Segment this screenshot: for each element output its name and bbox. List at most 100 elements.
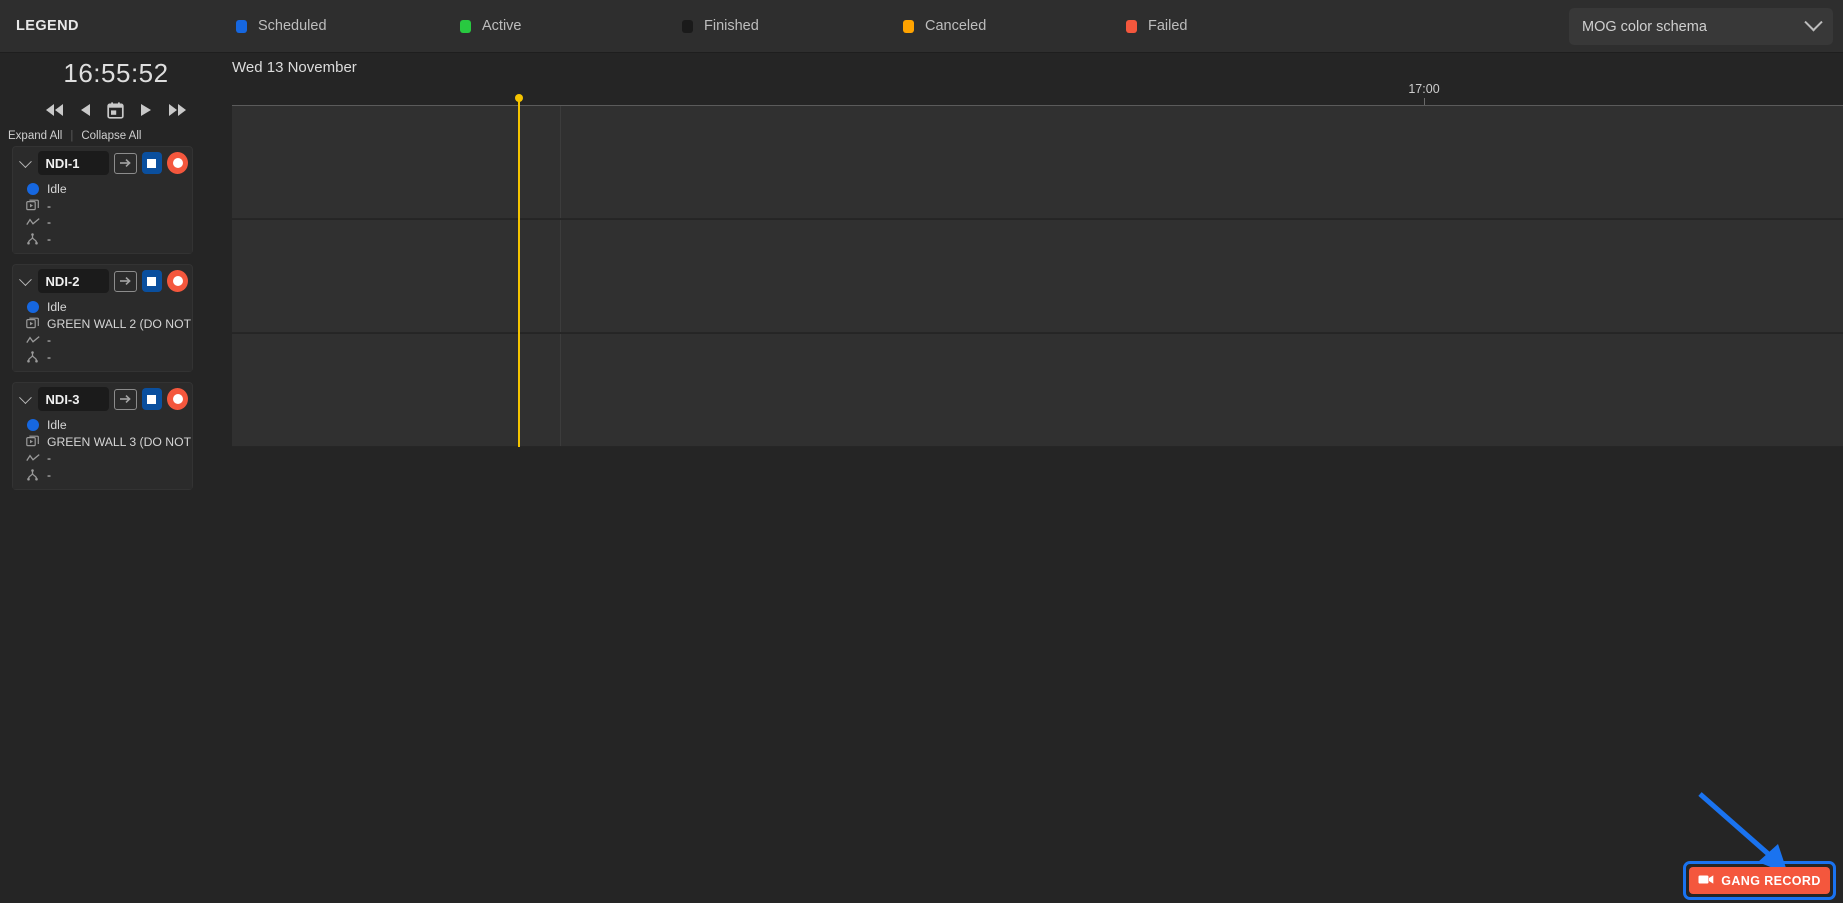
color-schema-select[interactable]: MOG color schema	[1569, 8, 1833, 45]
sitemap-icon	[25, 232, 40, 245]
record-button[interactable]	[167, 152, 188, 174]
calendar-icon[interactable]	[107, 101, 124, 119]
timeline-panel: Wed 13 November 17:00	[232, 53, 1843, 903]
login-icon[interactable]	[113, 152, 137, 174]
channel-status-row: Idle	[13, 417, 192, 434]
legend-swatch-failed	[1126, 19, 1137, 33]
legend-label-active: Active	[482, 18, 522, 34]
lane-divider	[560, 334, 561, 446]
playhead-handle[interactable]	[515, 94, 523, 102]
channel-card: NDI-2 Idle GREEN WALL 2 (DO NOT - -	[12, 264, 193, 372]
channel-connections-row: -	[13, 349, 192, 366]
record-button[interactable]	[167, 388, 188, 410]
login-icon[interactable]	[113, 388, 137, 410]
chevron-down-icon[interactable]	[19, 154, 32, 168]
status-dot-icon	[25, 301, 40, 314]
fast-forward-icon[interactable]	[168, 103, 187, 117]
timeline-tick-label: 17:00	[1408, 82, 1440, 96]
channel-name-field[interactable]: NDI-1	[37, 151, 109, 175]
color-schema-value: MOG color schema	[1582, 18, 1707, 35]
gang-record-area: GANG RECORD	[1683, 861, 1836, 900]
tree-controls: Expand All | Collapse All	[0, 122, 232, 146]
channel-header: NDI-3	[13, 383, 192, 415]
channel-card: NDI-1 Idle - - -	[12, 146, 193, 254]
collapse-all-link[interactable]: Collapse All	[81, 130, 141, 142]
login-icon[interactable]	[113, 270, 137, 292]
video-source-icon	[25, 317, 40, 330]
status-dot-icon	[25, 419, 40, 432]
timeline-lane[interactable]	[232, 334, 1843, 447]
annotation-highlight-box	[1683, 861, 1836, 900]
status-dot-icon	[25, 183, 40, 196]
channel-status-row: Idle	[13, 299, 192, 316]
stop-icon	[147, 394, 157, 404]
channel-bitrate-label: -	[47, 333, 52, 348]
stop-icon	[147, 158, 157, 168]
channel-bitrate-row: -	[13, 214, 192, 231]
record-icon	[172, 394, 183, 404]
channel-name-field[interactable]: NDI-2	[37, 269, 109, 293]
left-panel: 16:55:52 Expand All | Collapse All NDI-1…	[0, 53, 232, 903]
video-source-icon	[25, 199, 40, 212]
chevron-down-icon[interactable]	[19, 272, 32, 286]
legend-item-failed: Failed	[1126, 18, 1188, 34]
legend-swatch-active	[460, 19, 471, 33]
channel-details: Idle - - -	[13, 179, 192, 253]
legend-swatch-scheduled	[236, 19, 247, 33]
legend-label-scheduled: Scheduled	[258, 18, 327, 34]
line-chart-icon	[25, 335, 40, 345]
lane-divider	[560, 220, 561, 332]
timeline-date: Wed 13 November	[232, 59, 357, 76]
channel-header: NDI-1	[13, 147, 192, 179]
rewind-icon[interactable]	[45, 103, 64, 117]
record-icon	[172, 158, 183, 168]
channel-card: NDI-3 Idle GREEN WALL 3 (DO NOT - -	[12, 382, 193, 490]
line-chart-icon	[25, 217, 40, 227]
channel-status-label: Idle	[47, 182, 67, 197]
channel-status-row: Idle	[13, 181, 192, 198]
legend-title: LEGEND	[16, 18, 79, 34]
legend-bar: LEGEND Scheduled Active Finished Cancele…	[0, 0, 1843, 53]
timeline-lane[interactable]	[232, 220, 1843, 333]
stop-icon	[147, 276, 157, 286]
channel-status-label: Idle	[47, 418, 67, 433]
channel-connections-row: -	[13, 231, 192, 248]
channel-status-label: Idle	[47, 300, 67, 315]
stop-button[interactable]	[141, 152, 163, 174]
legend-swatch-canceled	[903, 19, 914, 33]
timeline-playhead[interactable]	[515, 94, 523, 447]
channel-bitrate-row: -	[13, 332, 192, 349]
transport-controls	[0, 98, 232, 122]
channel-connections-label: -	[47, 231, 52, 246]
sitemap-icon	[25, 468, 40, 481]
current-time-clock: 16:55:52	[63, 58, 169, 88]
channel-source-label: GREEN WALL 3 (DO NOT DEL	[47, 434, 192, 449]
play-icon[interactable]	[140, 103, 152, 117]
legend-label-canceled: Canceled	[925, 18, 987, 34]
record-button[interactable]	[167, 270, 188, 292]
chevron-down-icon[interactable]	[19, 390, 32, 404]
channel-source-row: GREEN WALL 3 (DO NOT DEL	[13, 434, 192, 451]
channel-name-field[interactable]: NDI-3	[37, 387, 109, 411]
channel-bitrate-label: -	[47, 451, 52, 466]
lane-divider	[560, 106, 561, 218]
previous-icon[interactable]	[80, 103, 91, 117]
sitemap-icon	[25, 350, 40, 363]
channel-header: NDI-2	[13, 265, 192, 297]
channel-source-row: -	[13, 198, 192, 215]
record-icon	[172, 276, 183, 286]
expand-all-link[interactable]: Expand All	[8, 130, 62, 142]
legend-label-failed: Failed	[1148, 18, 1188, 34]
legend-item-finished: Finished	[682, 18, 759, 34]
stop-button[interactable]	[141, 388, 163, 410]
tree-controls-separator: |	[70, 130, 74, 142]
chevron-down-icon	[1804, 13, 1823, 32]
channel-connections-label: -	[47, 349, 52, 364]
channel-bitrate-label: -	[47, 215, 52, 230]
channel-details: Idle GREEN WALL 2 (DO NOT DEL -	[13, 297, 192, 371]
legend-label-finished: Finished	[704, 18, 759, 34]
timeline-lane[interactable]	[232, 106, 1843, 219]
stop-button[interactable]	[141, 270, 163, 292]
channel-source-label: -	[47, 198, 52, 213]
video-source-icon	[25, 435, 40, 448]
